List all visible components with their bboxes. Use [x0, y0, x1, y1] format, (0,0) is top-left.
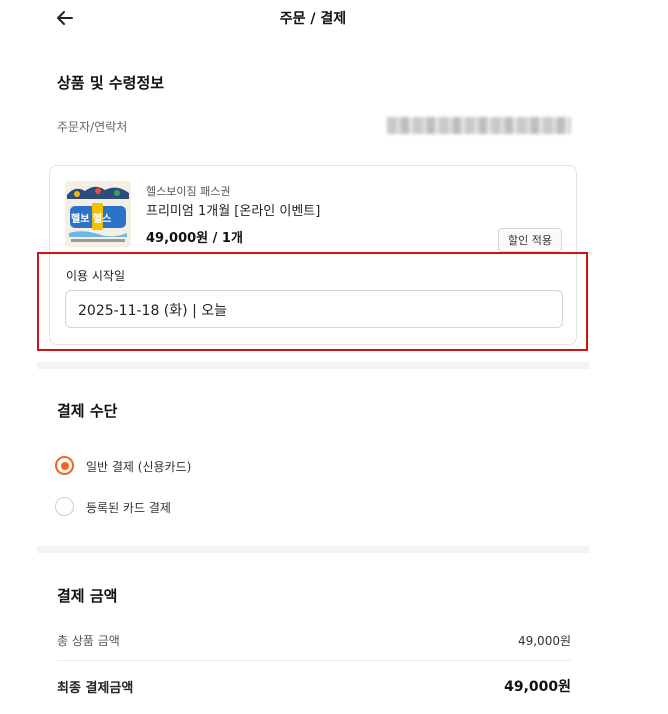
product-price: 49,000원 / 1개: [146, 231, 243, 246]
payment-method-title: 결제 수단: [57, 402, 118, 420]
apply-discount-button[interactable]: 할인 적용: [498, 228, 562, 252]
start-date-label: 이용 시작일: [66, 269, 126, 283]
contact-value-redacted: ••••• •••• •••• •••: [387, 117, 571, 134]
section-divider: [37, 362, 589, 369]
payment-amount-title: 결제 금액: [57, 587, 118, 605]
thumb-logo-text: 헬보 헬스: [71, 212, 111, 225]
gym-logo-image: 헬보 헬스: [65, 181, 131, 247]
total-amount-value: 49,000원: [517, 634, 571, 648]
row-divider: [57, 660, 571, 661]
checkout-page: 주문 / 결제 상품 및 수령정보 주문자/연락처 ••••• •••• •••…: [37, 0, 589, 714]
payment-option-label: 일반 결제 (신용카드): [86, 460, 192, 474]
order-info-title: 상품 및 수령정보: [57, 74, 165, 92]
header: 주문 / 결제: [37, 0, 589, 36]
product-brand: 헬스보이짐 패스권: [146, 185, 231, 198]
total-amount-label: 총 상품 금액: [57, 634, 120, 648]
radio-unchecked-icon[interactable]: [55, 497, 74, 516]
payment-option-label: 등록된 카드 결제: [86, 501, 171, 515]
start-date-field[interactable]: 2025-11-18 (화) | 오늘: [65, 290, 563, 328]
product-name: 프리미엄 1개월 [온라인 이벤트]: [146, 204, 321, 219]
page-title: 주문 / 결제: [279, 11, 347, 27]
section-divider: [37, 546, 589, 553]
final-amount-label: 최종 결제금액: [57, 681, 134, 696]
radio-checked-icon[interactable]: [55, 456, 74, 475]
product-card: 헬보 헬스 헬스보이짐 패스권 프리미엄 1개월 [온라인 이벤트] 49,00…: [49, 165, 577, 345]
contact-label: 주문자/연락처: [57, 120, 128, 134]
product-thumbnail: 헬보 헬스: [65, 181, 131, 247]
final-amount-value: 49,000원: [504, 679, 571, 695]
